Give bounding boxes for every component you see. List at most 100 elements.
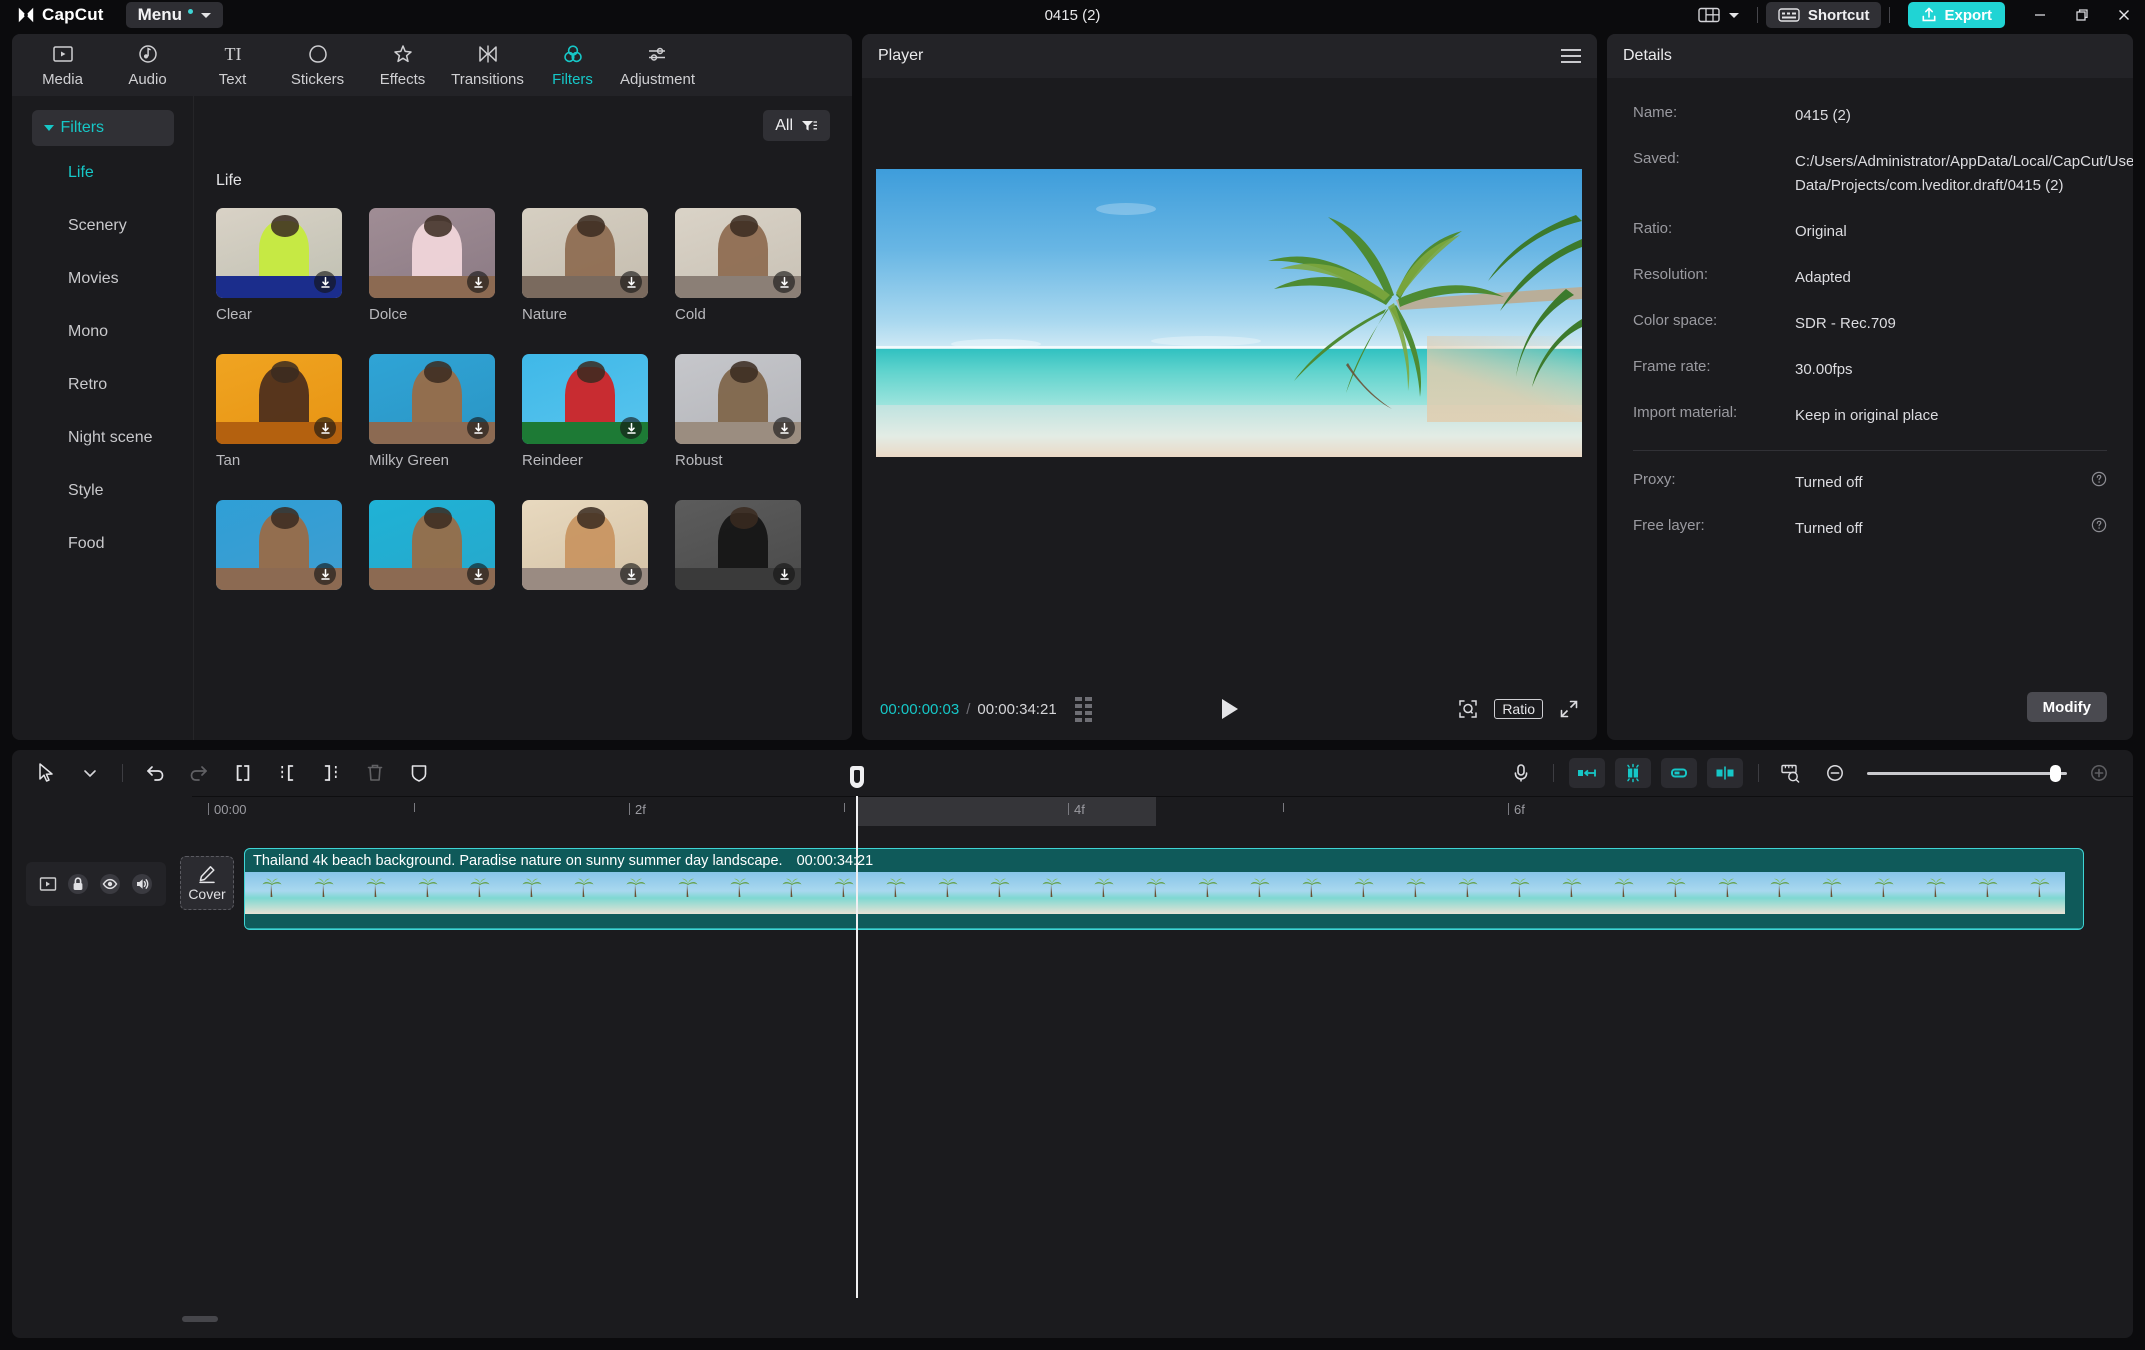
- tab-effects[interactable]: Effects: [360, 36, 445, 94]
- close-button[interactable]: [2103, 0, 2145, 30]
- download-icon[interactable]: [467, 563, 489, 585]
- sidebar-item-life[interactable]: Life: [12, 146, 193, 199]
- filter-item[interactable]: Milky Green: [369, 354, 495, 469]
- download-icon[interactable]: [773, 271, 795, 293]
- filter-thumbnail[interactable]: [369, 208, 495, 298]
- download-icon[interactable]: [314, 271, 336, 293]
- filter-item[interactable]: [216, 500, 342, 598]
- adapt-button[interactable]: [1769, 753, 1813, 793]
- video-clip[interactable]: Thailand 4k beach background. Paradise n…: [244, 848, 2084, 930]
- filter-thumbnail[interactable]: [216, 500, 342, 590]
- filter-thumbnail[interactable]: [369, 354, 495, 444]
- mirror-button[interactable]: [1569, 758, 1605, 788]
- menu-button[interactable]: Menu: [125, 2, 224, 28]
- filter-item[interactable]: Dolce: [369, 208, 495, 323]
- download-icon[interactable]: [620, 271, 642, 293]
- layout-button[interactable]: [1688, 7, 1749, 23]
- tab-audio[interactable]: Audio: [105, 36, 190, 94]
- filter-thumbnail[interactable]: [522, 208, 648, 298]
- download-icon[interactable]: [467, 271, 489, 293]
- current-timecode[interactable]: 00:00:00:03: [880, 701, 959, 718]
- filter-item[interactable]: [675, 500, 801, 598]
- category-header[interactable]: Filters: [31, 110, 174, 146]
- download-icon[interactable]: [314, 417, 336, 439]
- sidebar-item-style[interactable]: Style: [12, 464, 193, 517]
- speaker-icon[interactable]: [131, 873, 153, 895]
- shortcut-button[interactable]: Shortcut: [1765, 2, 1882, 28]
- timeline-ruler[interactable]: 00:00 2f 4f 6f: [192, 796, 2133, 826]
- download-icon[interactable]: [620, 417, 642, 439]
- delete-button[interactable]: [353, 753, 397, 793]
- play-icon[interactable]: [1221, 699, 1238, 719]
- sidebar-item-night-scene[interactable]: Night scene: [12, 411, 193, 464]
- sidebar-item-food[interactable]: Food: [12, 517, 193, 570]
- filter-thumbnail[interactable]: [216, 208, 342, 298]
- tab-adjustment[interactable]: Adjustment: [615, 36, 700, 94]
- download-icon[interactable]: [314, 563, 336, 585]
- filter-thumbnail[interactable]: [675, 208, 801, 298]
- minimize-button[interactable]: [2019, 0, 2061, 30]
- cover-button[interactable]: Cover: [180, 856, 234, 910]
- zoom-out-button[interactable]: [1813, 753, 1857, 793]
- tab-stickers[interactable]: Stickers: [275, 36, 360, 94]
- hamburger-icon[interactable]: [1561, 49, 1581, 63]
- all-filter-button[interactable]: All: [763, 110, 830, 141]
- split-button[interactable]: [221, 753, 265, 793]
- sidebar-item-retro[interactable]: Retro: [12, 358, 193, 411]
- filter-thumbnail[interactable]: [522, 500, 648, 590]
- filter-thumbnail[interactable]: [216, 354, 342, 444]
- filter-item[interactable]: [522, 500, 648, 598]
- redo-button[interactable]: [177, 753, 221, 793]
- filter-thumbnail[interactable]: [675, 354, 801, 444]
- lock-icon[interactable]: [67, 873, 89, 895]
- tab-media[interactable]: Media: [20, 36, 105, 94]
- align-button[interactable]: [1707, 758, 1743, 788]
- select-tool-button[interactable]: [24, 753, 68, 793]
- sidebar-item-scenery[interactable]: Scenery: [12, 199, 193, 252]
- tab-text[interactable]: TI Text: [190, 36, 275, 94]
- maximize-button[interactable]: [2061, 0, 2103, 30]
- filter-item[interactable]: Robust: [675, 354, 801, 469]
- ratio-button[interactable]: Ratio: [1494, 699, 1543, 719]
- tab-transitions[interactable]: Transitions: [445, 36, 530, 94]
- help-circle-icon[interactable]: [2091, 471, 2107, 487]
- preview-icon[interactable]: [39, 876, 57, 892]
- freeze-button[interactable]: [397, 753, 441, 793]
- quality-grid-icon[interactable]: [1074, 696, 1092, 722]
- filter-item[interactable]: Reindeer: [522, 354, 648, 469]
- zoom-slider[interactable]: [1867, 764, 2067, 782]
- playhead[interactable]: [850, 766, 864, 1298]
- zoom-slider-handle[interactable]: [2050, 764, 2061, 782]
- record-button[interactable]: [1499, 753, 1543, 793]
- download-icon[interactable]: [467, 417, 489, 439]
- horizontal-scrollbar[interactable]: [182, 1316, 218, 1322]
- playhead-handle[interactable]: [850, 766, 864, 788]
- crop-button[interactable]: [1615, 758, 1651, 788]
- export-button[interactable]: Export: [1908, 2, 2005, 28]
- delete-left-button[interactable]: [265, 753, 309, 793]
- filter-thumbnail[interactable]: [369, 500, 495, 590]
- filter-item[interactable]: Nature: [522, 208, 648, 323]
- sidebar-item-mono[interactable]: Mono: [12, 305, 193, 358]
- filter-thumbnail[interactable]: [675, 500, 801, 590]
- modify-button[interactable]: Modify: [2026, 692, 2107, 722]
- video-preview[interactable]: [876, 169, 1582, 457]
- delete-right-button[interactable]: [309, 753, 353, 793]
- filter-thumbnail[interactable]: [522, 354, 648, 444]
- download-icon[interactable]: [773, 417, 795, 439]
- help-circle-icon[interactable]: [2091, 517, 2107, 533]
- zoom-in-button[interactable]: [2077, 753, 2121, 793]
- download-icon[interactable]: [620, 563, 642, 585]
- filter-item[interactable]: Tan: [216, 354, 342, 469]
- link-button[interactable]: [1661, 758, 1697, 788]
- undo-button[interactable]: [133, 753, 177, 793]
- filter-item[interactable]: Cold: [675, 208, 801, 323]
- eye-icon[interactable]: [99, 873, 121, 895]
- fullscreen-icon[interactable]: [1559, 699, 1579, 719]
- filter-item[interactable]: [369, 500, 495, 598]
- sidebar-item-movies[interactable]: Movies: [12, 252, 193, 305]
- tab-filters[interactable]: Filters: [530, 36, 615, 94]
- download-icon[interactable]: [773, 563, 795, 585]
- filter-item[interactable]: Clear: [216, 208, 342, 323]
- zoom-preview-icon[interactable]: [1458, 699, 1478, 719]
